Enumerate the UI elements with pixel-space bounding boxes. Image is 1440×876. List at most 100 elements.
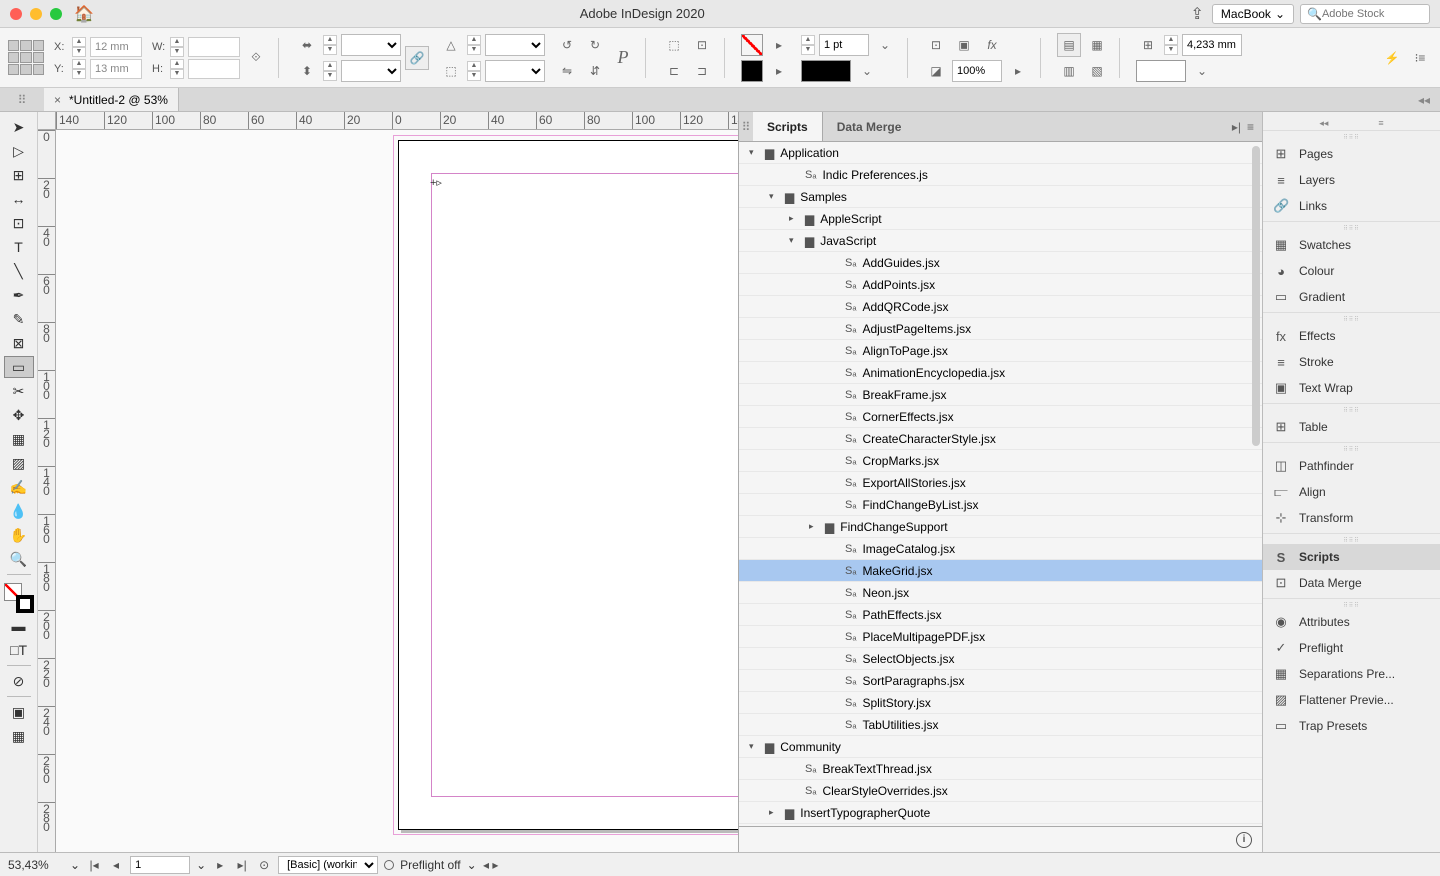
prev-page-button[interactable]: ◂ [108,857,124,873]
tree-script[interactable]: SₐTabUtilities.jsx [739,714,1262,736]
fx-icon[interactable]: fx [980,33,1004,57]
y-down[interactable]: ▼ [72,69,86,79]
dock-item-trap-presets[interactable]: ▭Trap Presets [1263,713,1440,739]
tree-scrollbar[interactable] [1252,146,1260,446]
tab-scripts[interactable]: Scripts [753,112,823,141]
opacity-input[interactable] [952,60,1002,82]
corner-link-icon[interactable]: ⊞ [1136,33,1160,57]
pen-tool[interactable]: ✒ [4,284,34,306]
pencil-tool[interactable]: ✎ [4,308,34,330]
tree-arrow-icon[interactable]: ▾ [789,235,799,246]
stroke-swatch[interactable] [741,60,763,82]
link-scale-icon[interactable]: 🔗 [405,46,429,70]
shear-select[interactable] [485,60,545,82]
hand-tool[interactable]: ✋ [4,524,34,546]
tree-script[interactable]: SₐExportAllStories.jsx [739,472,1262,494]
tree-script[interactable]: SₐBreakFrame.jsx [739,384,1262,406]
dock-item-pages[interactable]: ⊞Pages [1263,141,1440,167]
dock-grip-icon[interactable]: ⠿⠿⠿ [1263,536,1440,544]
collapse-panel-icon[interactable]: ▸| [1232,120,1241,134]
rotate-ccw-icon[interactable]: ↺ [555,33,579,57]
tree-script[interactable]: SₐFindChangeByList.jsx [739,494,1262,516]
x-up[interactable]: ▲ [72,37,86,47]
x-input[interactable] [90,37,142,57]
errors-nav-icon[interactable]: ◂ ▸ [483,857,499,873]
eyedropper-tool[interactable]: 💧 [4,500,34,522]
preflight-dropdown-icon[interactable]: ⌄ [467,858,477,872]
stroke-weight-input[interactable] [819,34,869,56]
info-icon[interactable]: i [1236,832,1252,848]
tree-script[interactable]: SₐCornerEffects.jsx [739,406,1262,428]
dock-item-transform[interactable]: ⊹Transform [1263,505,1440,531]
dock-item-attributes[interactable]: ◉Attributes [1263,609,1440,635]
gap-tool[interactable]: ↔ [4,188,34,210]
share-icon[interactable]: ⇪ [1191,4,1204,24]
panel-menu-icon[interactable]: ⁝≡ [1408,46,1432,70]
tree-script[interactable]: SₐNeon.jsx [739,582,1262,604]
zoom-tool[interactable]: 🔍 [4,548,34,570]
vertical-ruler[interactable]: 020406080100120140160180200220240260280 [38,130,56,852]
tree-script[interactable]: SₐAlignToPage.jsx [739,340,1262,362]
wrap-jump-icon[interactable]: ▥ [1057,59,1081,83]
tree-script[interactable]: SₐCreateCharacterStyle.jsx [739,428,1262,450]
tree-script[interactable]: SₐIndic Preferences.js [739,164,1262,186]
view-mode-normal-icon[interactable]: ▣ [4,701,34,723]
dock-grip-icon[interactable]: ⠿⠿⠿ [1263,133,1440,141]
dock-item-data-merge[interactable]: ⊡Data Merge [1263,570,1440,596]
dock-item-effects[interactable]: fxEffects [1263,323,1440,349]
dock-item-colour[interactable]: ◕Colour [1263,258,1440,284]
tree-arrow-icon[interactable]: ▸ [809,521,819,532]
fill-frame-icon[interactable]: ▣ [952,33,976,57]
dock-grip-icon[interactable]: ⠿⠿⠿ [1263,601,1440,609]
quick-apply-icon[interactable]: ⚡ [1380,46,1404,70]
maximize-window-button[interactable] [50,8,62,20]
wrap-around-icon[interactable]: ▦ [1085,33,1109,57]
tree-script[interactable]: SₐImageCatalog.jsx [739,538,1262,560]
dock-item-swatches[interactable]: ▦Swatches [1263,232,1440,258]
first-page-button[interactable]: |◂ [86,857,102,873]
last-page-button[interactable]: ▸| [234,857,250,873]
tree-arrow-icon[interactable]: ▾ [769,191,779,202]
reference-point-grid[interactable] [8,40,44,76]
frame-tool[interactable]: ⊠ [4,332,34,354]
close-window-button[interactable] [10,8,22,20]
zoom-level[interactable]: 53,43% [8,858,64,872]
tree-script[interactable]: SₐSelectObjects.jsx [739,648,1262,670]
y-up[interactable]: ▲ [72,59,86,69]
dock-item-table[interactable]: ⊞Table [1263,414,1440,440]
h-input[interactable] [188,59,240,79]
document-tab[interactable]: × *Untitled-2 @ 53% [44,88,179,111]
preflight-status-icon[interactable] [384,860,394,870]
select-content-icon[interactable]: ⊡ [690,33,714,57]
tree-script[interactable]: SₐSplitStory.jsx [739,692,1262,714]
dock-item-stroke[interactable]: ≡Stroke [1263,349,1440,375]
corner-type-dropdown[interactable]: ⌄ [1190,59,1214,83]
page-dropdown-icon[interactable]: ⌄ [196,858,206,872]
w-down[interactable]: ▼ [170,47,184,57]
scissors-tool[interactable]: ✂ [4,380,34,402]
document-page[interactable] [398,140,738,830]
dock-item-align[interactable]: ⫍Align [1263,479,1440,505]
home-icon[interactable]: 🏠 [74,4,94,24]
tree-arrow-icon[interactable]: ▾ [749,147,759,158]
dock-grip-icon[interactable]: ⠿⠿⠿ [1263,224,1440,232]
dock-item-text-wrap[interactable]: ▣Text Wrap [1263,375,1440,401]
tree-folder[interactable]: ▾▆Application [739,142,1262,164]
tree-folder[interactable]: ▸▆AppleScript [739,208,1262,230]
h-up[interactable]: ▲ [170,59,184,69]
tree-script[interactable]: SₐAdjustPageItems.jsx [739,318,1262,340]
dock-expand-icon[interactable]: ◂◂ ≡ [1263,116,1440,130]
stroke-style-swatch[interactable] [801,60,851,82]
dock-item-pathfinder[interactable]: ◫Pathfinder [1263,453,1440,479]
tree-script[interactable]: SₐPathEffects.jsx [739,604,1262,626]
wrap-none-icon[interactable]: ▤ [1057,33,1081,57]
dock-grip-icon[interactable]: ⠿⠿⠿ [1263,406,1440,414]
p-icon[interactable]: P [611,46,635,70]
tree-script[interactable]: SₐAddQRCode.jsx [739,296,1262,318]
tree-script[interactable]: SₐSortParagraphs.jsx [739,670,1262,692]
tree-script[interactable]: SₐAddPoints.jsx [739,274,1262,296]
adobe-stock-search[interactable]: 🔍 [1300,4,1430,24]
auto-fit-icon[interactable]: ⊡ [924,33,948,57]
flip-h-icon[interactable]: ⇋ [555,59,579,83]
rectangle-tool[interactable]: ▭ [4,356,34,378]
